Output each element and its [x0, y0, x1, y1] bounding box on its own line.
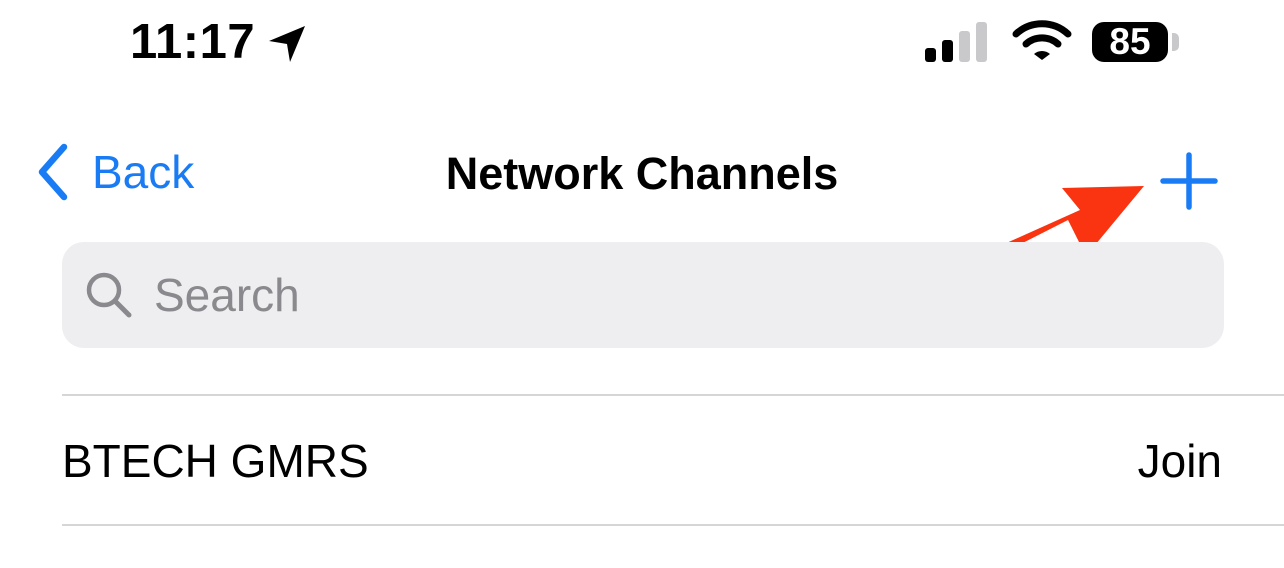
search-bar: [62, 242, 1224, 348]
status-time: 11:17: [130, 15, 256, 69]
list-separator-top: [62, 394, 1284, 396]
add-button[interactable]: [1156, 148, 1222, 214]
battery-icon: 85: [1092, 22, 1168, 62]
join-button[interactable]: Join: [1138, 433, 1222, 489]
channel-name: BTECH GMRS: [62, 435, 369, 487]
plus-icon: [1160, 152, 1218, 210]
cellular-signal-icon: [925, 22, 987, 62]
channel-row[interactable]: BTECH GMRS Join: [62, 397, 1222, 524]
location-arrow-icon: [269, 26, 305, 62]
wifi-icon: [1012, 20, 1072, 60]
search-icon: [86, 272, 132, 318]
search-input[interactable]: [154, 260, 1194, 330]
battery-level: 85: [1109, 21, 1151, 62]
list-separator-bottom: [62, 524, 1284, 526]
battery-cap: [1172, 33, 1179, 51]
